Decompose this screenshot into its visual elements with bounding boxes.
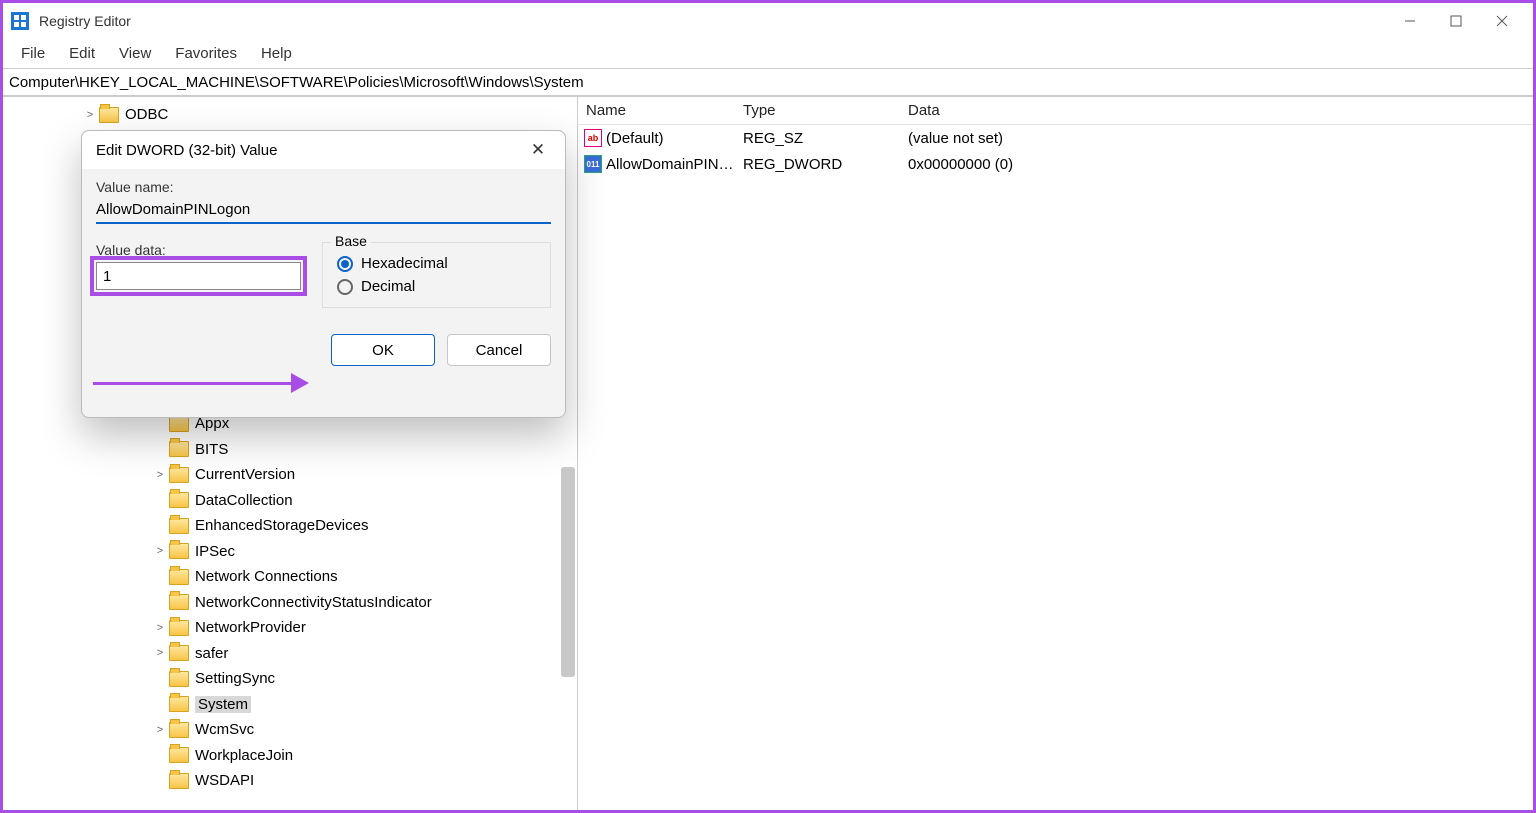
tree-item[interactable]: DataCollection: [3, 488, 293, 513]
tree-item[interactable]: BITS: [3, 437, 228, 462]
ok-button[interactable]: OK: [331, 334, 435, 366]
menu-view[interactable]: View: [107, 41, 163, 66]
edit-dword-dialog: Edit DWORD (32-bit) Value ✕ Value name: …: [81, 130, 566, 418]
tree-item[interactable]: Network Connections: [3, 564, 338, 589]
folder-icon: [169, 467, 189, 483]
table-row[interactable]: ab(Default) REG_SZ(value not set): [578, 125, 1533, 151]
tree-item-label: IPSec: [195, 543, 235, 560]
cancel-button[interactable]: Cancel: [447, 334, 551, 366]
tree-item-label: CurrentVersion: [195, 466, 295, 483]
window-title: Registry Editor: [39, 13, 131, 29]
maximize-button[interactable]: [1433, 5, 1479, 37]
menu-edit[interactable]: Edit: [57, 41, 107, 66]
radio-decimal[interactable]: Decimal: [337, 278, 536, 295]
folder-icon: [169, 492, 189, 508]
menu-bar: File Edit View Favorites Help: [3, 38, 1533, 68]
tree-item-label: DataCollection: [195, 492, 293, 509]
folder-icon: [169, 696, 189, 712]
value-type: REG_DWORD: [743, 156, 908, 173]
tree-item-label: safer: [195, 645, 228, 662]
chevron-icon[interactable]: >: [153, 724, 167, 736]
base-label: Base: [331, 233, 371, 249]
value-data: (value not set): [908, 130, 1533, 147]
folder-icon: [169, 773, 189, 789]
folder-icon: [169, 543, 189, 559]
scrollbar-thumb[interactable]: [561, 467, 575, 677]
address-text: Computer\HKEY_LOCAL_MACHINE\SOFTWARE\Pol…: [9, 74, 584, 91]
value-data-label: Value data:: [96, 242, 316, 258]
chevron-icon[interactable]: >: [83, 109, 97, 121]
col-type[interactable]: Type: [743, 102, 908, 119]
base-group: Base Hexadecimal Decimal: [322, 242, 551, 308]
minimize-button[interactable]: [1387, 5, 1433, 37]
col-data[interactable]: Data: [908, 102, 1533, 119]
menu-help[interactable]: Help: [249, 41, 304, 66]
folder-icon: [169, 747, 189, 763]
tree-item-label: Network Connections: [195, 568, 338, 585]
dialog-title: Edit DWORD (32-bit) Value: [96, 142, 277, 159]
tree-item-label: BITS: [195, 441, 228, 458]
radio-icon: [337, 279, 353, 295]
table-row[interactable]: 011AllowDomainPIN… REG_DWORD0x00000000 (0…: [578, 151, 1533, 177]
tree-item[interactable]: > IPSec: [3, 539, 235, 564]
value-name-label: Value name:: [96, 179, 551, 195]
radio-hexadecimal[interactable]: Hexadecimal: [337, 255, 536, 272]
chevron-icon[interactable]: >: [153, 622, 167, 634]
menu-favorites[interactable]: Favorites: [163, 41, 249, 66]
tree-item-label: SettingSync: [195, 670, 275, 687]
menu-file[interactable]: File: [9, 41, 57, 66]
tree-item-label: WcmSvc: [195, 721, 254, 738]
tree-item[interactable]: System: [3, 692, 251, 717]
tree-item[interactable]: WSDAPI: [3, 768, 254, 793]
values-pane[interactable]: Name Type Data ab(Default) REG_SZ(value n…: [578, 97, 1533, 810]
folder-icon: [99, 107, 119, 123]
reg-sz-icon: ab: [584, 129, 602, 147]
value-name: AllowDomainPIN…: [606, 156, 734, 173]
chevron-icon[interactable]: >: [153, 545, 167, 557]
close-button[interactable]: [1479, 5, 1525, 37]
folder-icon: [169, 569, 189, 585]
tree-item[interactable]: NetworkConnectivityStatusIndicator: [3, 590, 432, 615]
address-bar[interactable]: Computer\HKEY_LOCAL_MACHINE\SOFTWARE\Pol…: [3, 68, 1533, 96]
value-data: 0x00000000 (0): [908, 156, 1533, 173]
folder-icon: [169, 645, 189, 661]
tree-item[interactable]: EnhancedStorageDevices: [3, 513, 368, 538]
tree-item[interactable]: SettingSync: [3, 666, 275, 691]
reg-dword-icon: 011: [584, 155, 602, 173]
folder-icon: [169, 441, 189, 457]
tree-item-label: NetworkProvider: [195, 619, 306, 636]
value-type: REG_SZ: [743, 130, 908, 147]
folder-icon: [169, 594, 189, 610]
tree-item-label: ODBC: [125, 106, 168, 123]
tree-item-label: NetworkConnectivityStatusIndicator: [195, 594, 432, 611]
value-name-input[interactable]: [96, 199, 551, 224]
tree-item[interactable]: > NetworkProvider: [3, 615, 306, 640]
chevron-icon[interactable]: >: [153, 469, 167, 481]
tree-item-label: EnhancedStorageDevices: [195, 517, 368, 534]
folder-icon: [169, 671, 189, 687]
tree-item[interactable]: > ODBC: [3, 102, 168, 127]
folder-icon: [169, 722, 189, 738]
dialog-close-icon[interactable]: ✕: [525, 140, 551, 160]
col-name[interactable]: Name: [578, 102, 743, 119]
tree-item-label: WSDAPI: [195, 772, 254, 789]
value-name: (Default): [606, 130, 664, 147]
radio-icon: [337, 256, 353, 272]
value-data-input[interactable]: [96, 262, 301, 290]
tree-item-label: WorkplaceJoin: [195, 747, 293, 764]
tree-item-label: System: [195, 696, 251, 713]
folder-icon: [169, 620, 189, 636]
app-icon: [11, 12, 29, 30]
tree-item[interactable]: > WcmSvc: [3, 717, 254, 742]
chevron-icon[interactable]: >: [153, 647, 167, 659]
tree-item[interactable]: WorkplaceJoin: [3, 743, 293, 768]
column-headers[interactable]: Name Type Data: [578, 97, 1533, 125]
title-bar: Registry Editor: [3, 3, 1533, 38]
tree-item[interactable]: > CurrentVersion: [3, 462, 295, 487]
folder-icon: [169, 518, 189, 534]
tree-item[interactable]: > safer: [3, 641, 228, 666]
